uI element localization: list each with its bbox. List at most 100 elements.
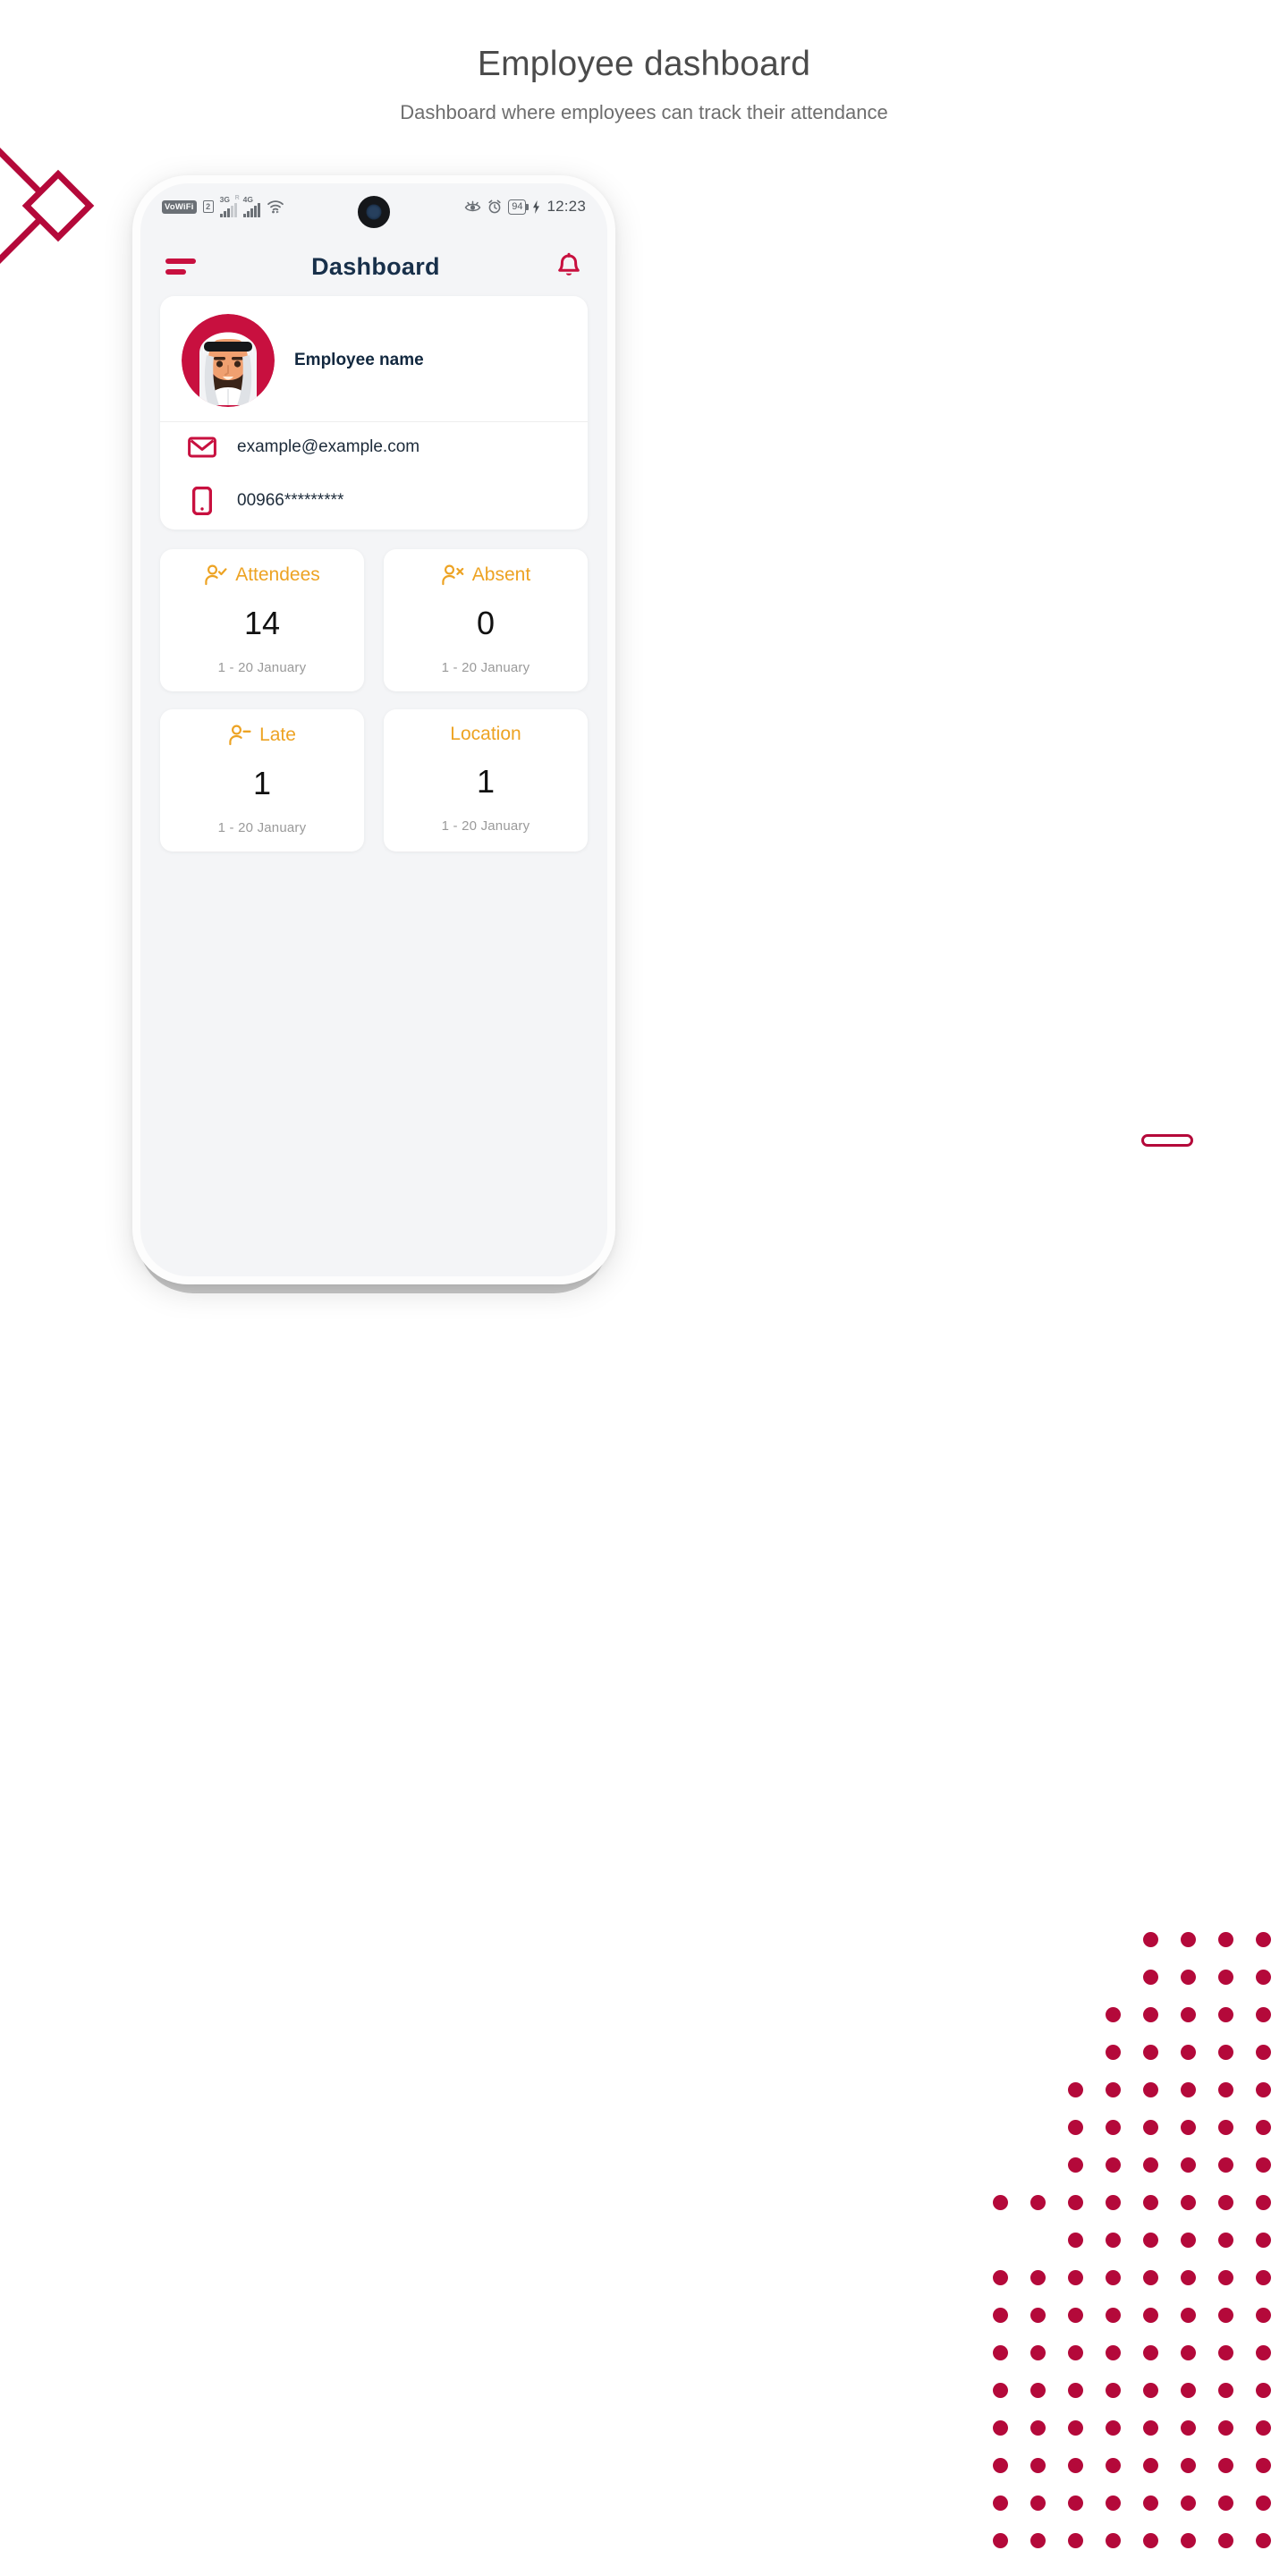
decorative-dot	[1181, 2270, 1196, 2285]
decorative-dot	[1218, 2007, 1233, 2022]
stat-period: 1 - 20 January	[217, 660, 307, 675]
decorative-dot	[1106, 2345, 1121, 2360]
decorative-dot	[1068, 2195, 1083, 2210]
stat-header: Attendees	[171, 564, 353, 587]
signal-4g-icon: 4G	[242, 194, 260, 217]
profile-card: Employee name example@example.com 00966*…	[160, 296, 588, 530]
decorative-dot	[1106, 2233, 1121, 2248]
decorative-dot	[1181, 2045, 1196, 2060]
person-minus-icon	[229, 724, 251, 746]
decorative-dot	[1068, 2496, 1083, 2511]
decorative-dot	[1218, 2233, 1233, 2248]
decorative-pill	[1141, 1134, 1193, 1147]
decorative-dot	[1181, 2308, 1196, 2323]
decorative-dot	[1181, 2120, 1196, 2135]
decorative-dot	[1068, 2458, 1083, 2473]
decorative-dot	[1218, 2120, 1233, 2135]
decorative-dot	[1256, 2157, 1271, 2173]
decorative-dot	[1218, 2383, 1233, 2398]
decorative-dot	[1181, 2458, 1196, 2473]
bell-icon[interactable]	[555, 252, 582, 281]
decorative-dot	[1106, 2458, 1121, 2473]
mobile-phone-icon	[187, 487, 217, 515]
alarm-clock-icon	[488, 199, 501, 214]
stat-label: Late	[259, 724, 296, 745]
decorative-dot	[1143, 2195, 1158, 2210]
decorative-dot	[993, 2533, 1008, 2548]
signal-3g-icon: 3G R	[219, 195, 240, 217]
stat-card-late[interactable]: Late 1 1 - 20 January	[160, 709, 364, 852]
decorative-dot	[1106, 2308, 1121, 2323]
email-row[interactable]: example@example.com	[160, 422, 588, 472]
decorative-dot	[1106, 2082, 1121, 2097]
decorative-dot	[1068, 2270, 1083, 2285]
eye-comfort-icon	[464, 200, 481, 211]
stat-card-location[interactable]: Location 1 1 - 20 January	[384, 709, 588, 852]
decorative-dot	[1068, 2157, 1083, 2173]
decorative-dot	[1181, 2082, 1196, 2097]
decorative-dot	[1181, 2496, 1196, 2511]
decorative-dot	[1256, 2195, 1271, 2210]
decorative-dot	[1143, 2082, 1158, 2097]
decorative-dot	[993, 2270, 1008, 2285]
decorative-dot	[1143, 2458, 1158, 2473]
decorative-dot	[1143, 2496, 1158, 2511]
phone-frame: VoWiFi 2 3G R 4G 94 12:23 Dashboard Empl…	[132, 175, 615, 1284]
decorative-dot	[1143, 2345, 1158, 2360]
decorative-dot	[1106, 2533, 1121, 2548]
stat-header: Late	[171, 724, 353, 747]
decorative-dot	[1218, 2345, 1233, 2360]
decorative-dot	[1218, 2308, 1233, 2323]
decorative-dot	[1143, 2270, 1158, 2285]
network-label-4g: 4G	[242, 194, 253, 204]
app-header: Dashboard	[140, 237, 607, 296]
decorative-dot	[1143, 2420, 1158, 2436]
decorative-dot	[1068, 2383, 1083, 2398]
decorative-dot	[1068, 2082, 1083, 2097]
status-time: 12:23	[547, 198, 586, 215]
decorative-dot	[1218, 1932, 1233, 1947]
stat-label: Attendees	[235, 564, 320, 585]
envelope-icon	[187, 436, 217, 458]
decorative-dot	[1106, 2420, 1121, 2436]
decorative-dot	[1256, 2270, 1271, 2285]
stat-period: 1 - 20 January	[441, 818, 530, 834]
decorative-dot	[1143, 2233, 1158, 2248]
decorative-dot	[1068, 2233, 1083, 2248]
decorative-dot	[1256, 1970, 1271, 1985]
decorative-dot	[1256, 2233, 1271, 2248]
decorative-dot	[993, 2458, 1008, 2473]
sim-badge: 2	[202, 200, 214, 213]
decorative-dot	[1181, 2420, 1196, 2436]
stat-value: 1	[476, 763, 496, 800]
decorative-dot	[1256, 2082, 1271, 2097]
decorative-dot	[1181, 2195, 1196, 2210]
decorative-dot	[1256, 2533, 1271, 2548]
stat-value: 14	[243, 605, 281, 641]
decorative-dot	[1030, 2345, 1046, 2360]
decorative-dot	[1106, 2045, 1121, 2060]
decorative-dot	[1030, 2496, 1046, 2511]
decorative-dot	[1106, 2120, 1121, 2135]
employee-name: Employee name	[294, 351, 424, 369]
decorative-dot	[1106, 2496, 1121, 2511]
page-title: Employee dashboard	[477, 45, 811, 83]
decorative-dot	[1068, 2345, 1083, 2360]
phone-row[interactable]: 00966*********	[160, 472, 588, 530]
stat-label: Absent	[471, 564, 531, 585]
decorative-dot	[1181, 1932, 1196, 1947]
page-heading: Employee dashboard Dashboard where emplo…	[0, 45, 1288, 127]
front-camera-icon	[354, 192, 394, 232]
decorative-dot	[1068, 2533, 1083, 2548]
decorative-dot	[1256, 2420, 1271, 2436]
decorative-dot	[1143, 2007, 1158, 2022]
stat-card-attendees[interactable]: Attendees 14 1 - 20 January	[160, 549, 364, 691]
decorative-dot	[1218, 2270, 1233, 2285]
decorative-dot	[993, 2496, 1008, 2511]
decorative-dot	[1181, 2345, 1196, 2360]
decorative-dot	[1143, 2045, 1158, 2060]
hamburger-menu-icon[interactable]	[165, 258, 196, 275]
stat-card-absent[interactable]: Absent 0 1 - 20 January	[384, 549, 588, 691]
decorative-dot	[1256, 1932, 1271, 1947]
decorative-dot	[993, 2420, 1008, 2436]
